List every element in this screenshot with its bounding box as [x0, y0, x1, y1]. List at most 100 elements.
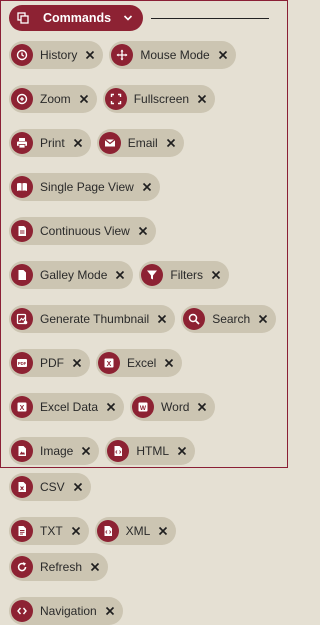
close-icon[interactable] [85, 50, 95, 60]
chip-history[interactable]: History [9, 41, 104, 69]
chip-txt[interactable]: TXT [9, 517, 89, 545]
chip-mouse-mode[interactable]: Mouse Mode [109, 41, 236, 69]
chip-label: PDF [40, 356, 64, 370]
close-icon[interactable] [79, 94, 89, 104]
chip-continuous-view[interactable]: Continuous View [9, 217, 156, 245]
chip-label: Email [127, 136, 158, 150]
close-icon[interactable] [73, 482, 83, 492]
thumbnail-icon [11, 308, 33, 330]
chip-label: Continuous View [40, 224, 130, 238]
chip-label: Excel Data [40, 400, 99, 414]
chip-image[interactable]: Image [9, 437, 100, 465]
chip-excel-data[interactable]: X Excel Data [9, 393, 125, 421]
chevron-down-icon [123, 13, 133, 23]
close-icon[interactable] [164, 358, 174, 368]
chip-label: Fullscreen [133, 92, 190, 106]
chip-refresh[interactable]: Refresh [9, 553, 109, 581]
chip-search[interactable]: Search [181, 305, 277, 333]
chip-label: Filters [170, 268, 204, 282]
image-icon [11, 440, 33, 462]
close-icon[interactable] [157, 314, 167, 324]
email-icon [98, 132, 121, 154]
chip-label: Refresh [40, 560, 83, 574]
chip-single-page-view[interactable]: Single Page View [9, 173, 160, 201]
chip-xml[interactable]: XML [94, 517, 177, 545]
chip-email[interactable]: Email [96, 129, 184, 157]
svg-text:X: X [107, 361, 112, 368]
header-divider [151, 17, 269, 19]
chip-label: Image [40, 444, 74, 458]
fullscreen-icon [104, 88, 127, 110]
zoom-icon [11, 88, 33, 110]
command-chip-list: History Mouse Mode Zoom Fullscreen Print Emai… [9, 41, 281, 625]
csv-icon [11, 476, 33, 498]
svg-text:PDF: PDF [18, 361, 27, 366]
close-icon[interactable] [81, 446, 91, 456]
pdf-icon: PDF [11, 352, 33, 374]
chip-zoom[interactable]: Zoom [9, 85, 97, 113]
commands-label: Commands [43, 11, 112, 25]
chip-label: Print [40, 136, 65, 150]
chip-label: Generate Thumbnail [40, 312, 150, 326]
chip-filters[interactable]: Filters [139, 261, 230, 289]
chip-generate-thumbnail[interactable]: Generate Thumbnail [9, 305, 176, 333]
commands-header: Commands [9, 5, 269, 31]
close-icon[interactable] [105, 606, 115, 616]
chip-html[interactable]: HTML [105, 437, 196, 465]
navigation-icon [11, 600, 33, 622]
search-icon [183, 308, 206, 330]
close-icon[interactable] [177, 446, 187, 456]
print-icon [11, 132, 33, 154]
commands-panel: Commands History Mouse Mode Zoom Fullscreen… [0, 0, 288, 625]
chip-label: Zoom [40, 92, 71, 106]
chip-galley-mode[interactable]: Galley Mode [9, 261, 134, 289]
chip-csv[interactable]: CSV [9, 473, 91, 501]
chip-label: XML [125, 524, 151, 538]
close-icon[interactable] [115, 270, 125, 280]
word-icon: W [132, 396, 155, 418]
close-icon[interactable] [90, 562, 100, 572]
chip-label: Galley Mode [40, 268, 108, 282]
close-icon[interactable] [211, 270, 221, 280]
svg-text:W: W [140, 405, 147, 412]
close-icon[interactable] [258, 314, 268, 324]
close-icon[interactable] [72, 358, 82, 368]
chip-fullscreen[interactable]: Fullscreen [102, 85, 216, 113]
close-icon[interactable] [73, 138, 83, 148]
chip-label: TXT [40, 524, 63, 538]
close-icon[interactable] [106, 402, 116, 412]
chip-label: Word [161, 400, 190, 414]
close-icon[interactable] [71, 526, 81, 536]
close-icon[interactable] [142, 182, 152, 192]
continuous-view-icon [11, 220, 33, 242]
chip-excel[interactable]: X Excel [96, 349, 183, 377]
history-icon [11, 44, 33, 66]
chip-label: CSV [40, 480, 65, 494]
close-icon[interactable] [197, 402, 207, 412]
close-icon[interactable] [158, 526, 168, 536]
chip-word[interactable]: W Word [130, 393, 216, 421]
chip-label: Navigation [40, 604, 97, 618]
chip-pdf[interactable]: PDF PDF [9, 349, 90, 377]
chip-label: Mouse Mode [140, 48, 210, 62]
chip-navigation[interactable]: Navigation [9, 597, 123, 625]
commands-dropdown-button[interactable]: Commands [9, 5, 143, 31]
move-icon [111, 44, 134, 66]
chip-print[interactable]: Print [9, 129, 91, 157]
xml-icon [96, 520, 119, 542]
chip-label: History [40, 48, 78, 62]
chip-label: Excel [127, 356, 157, 370]
txt-icon [11, 520, 33, 542]
close-icon[interactable] [166, 138, 176, 148]
chip-label: HTML [136, 444, 170, 458]
close-icon[interactable] [218, 50, 228, 60]
galley-icon [11, 264, 33, 286]
filter-icon [141, 264, 164, 286]
chip-label: Single Page View [40, 180, 134, 194]
excel-icon: X [98, 352, 120, 374]
close-icon[interactable] [138, 226, 148, 236]
svg-text:X: X [20, 405, 25, 412]
close-icon[interactable] [197, 94, 207, 104]
single-page-icon [11, 176, 33, 198]
excel-data-icon: X [11, 396, 33, 418]
